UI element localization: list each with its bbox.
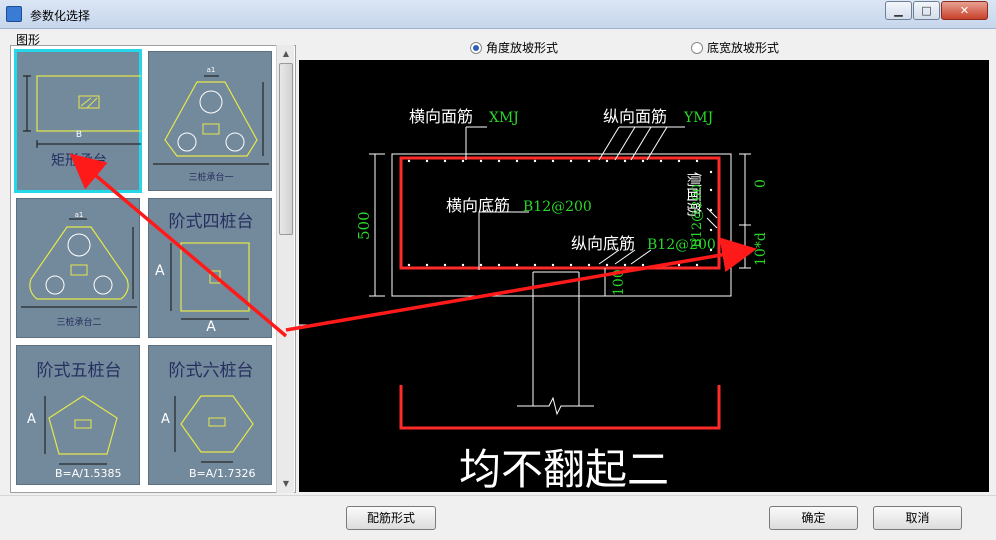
shape-thumb-stepped-four-pile[interactable]: 阶式四桩台 A A xyxy=(148,198,272,338)
close-button[interactable]: ✕ xyxy=(941,1,988,20)
scroll-up-icon[interactable]: ▲ xyxy=(278,46,294,62)
dim-height: 500 xyxy=(355,211,373,240)
dim-cover: 0 xyxy=(753,179,769,188)
scroll-thumb[interactable] xyxy=(279,63,293,235)
stepped-five-pile-formula: B=A/1.5385 xyxy=(55,467,122,480)
ok-button[interactable]: 确定 xyxy=(769,506,858,530)
shape-thumb-stepped-five-pile[interactable]: 阶式五桩台 A B=A/1.5385 xyxy=(16,345,140,485)
rebar-form-button[interactable]: 配筋形式 xyxy=(346,506,436,530)
radio-width-icon[interactable] xyxy=(691,42,703,54)
shape-thumb-three-pile-cap-1[interactable]: a1 三桩承台一 xyxy=(148,51,272,191)
top-v-label: 纵向面筋 xyxy=(603,107,667,126)
top-h-label: 横向面筋 xyxy=(409,107,473,126)
option-angle-slope[interactable]: 角度放坡形式 xyxy=(470,39,558,56)
stepped-four-pile-dim-b: A xyxy=(206,319,216,335)
stepped-six-pile-caption: 阶式六桩台 xyxy=(168,361,254,381)
drawing-caption: 均不翻起二 xyxy=(459,445,669,492)
app-icon xyxy=(6,6,22,22)
title-bar: 参数化选择 ▁ □ ✕ xyxy=(0,0,996,29)
option-width-slope[interactable]: 底宽放坡形式 xyxy=(691,39,779,56)
rebar-drawing: 横向面筋 XMJ 纵向面筋 YMJ 横向底筋 B12@200 纵向底筋 B12@… xyxy=(299,107,769,492)
radio-angle-icon[interactable] xyxy=(470,42,482,54)
rect-cap-caption: 矩形承台 xyxy=(51,153,107,169)
scroll-down-icon[interactable]: ▼ xyxy=(278,476,294,492)
stepped-five-pile-dim-a: A xyxy=(27,412,36,427)
minimize-button[interactable]: ▁ xyxy=(885,1,912,20)
maximize-button[interactable]: □ xyxy=(913,1,940,20)
stepped-four-pile-caption: 阶式四桩台 xyxy=(168,212,254,232)
stepped-six-pile-formula: B=A/1.7326 xyxy=(189,467,256,480)
bot-h-code: B12@200 xyxy=(523,199,592,215)
cancel-button[interactable]: 取消 xyxy=(873,506,962,530)
bot-v-code: B12@200 xyxy=(647,237,716,253)
side-code: B12@200 xyxy=(690,184,705,248)
three-pile-cap-2-caption: 三桩承台二 xyxy=(56,318,102,328)
stepped-five-pile-caption: 阶式五桩台 xyxy=(36,361,122,381)
shape-thumb-rect-cap[interactable]: B 矩形承台 xyxy=(14,49,142,193)
bot-h-label: 横向底筋 xyxy=(446,196,510,215)
bot-v-label: 纵向底筋 xyxy=(571,234,635,253)
rect-cap-diagram xyxy=(23,75,141,148)
option-width-label: 底宽放坡形式 xyxy=(707,41,780,55)
thumbnail-scrollbar[interactable]: ▲ ▼ xyxy=(276,45,294,493)
three-pile-cap-1-caption: 三桩承台一 xyxy=(188,173,234,183)
stepped-six-pile-dim-a: A xyxy=(161,412,170,427)
shape-thumb-stepped-six-pile[interactable]: 阶式六桩台 A B=A/1.7326 xyxy=(148,345,272,485)
top-h-code: XMJ xyxy=(489,110,519,126)
top-v-code: YMJ xyxy=(683,110,713,126)
three-pile-cap-2-dim: a1 xyxy=(74,211,84,219)
rect-cap-dim-b: B xyxy=(75,130,83,140)
three-pile-cap-1-dim: a1 xyxy=(206,66,216,74)
preview-canvas: 横向面筋 XMJ 纵向面筋 YMJ 横向底筋 B12@200 纵向底筋 B12@… xyxy=(299,60,989,492)
dim-anchor: 10*d xyxy=(753,232,769,266)
option-angle-label: 角度放坡形式 xyxy=(486,41,559,55)
shape-thumb-three-pile-cap-2[interactable]: a1 三桩承台二 xyxy=(16,198,140,338)
stepped-four-pile-dim-a: A xyxy=(155,263,165,279)
window-title: 参数化选择 xyxy=(30,9,91,23)
shape-thumbnail-list: B 矩形承台 a1 三桩承台一 a1 三桩承台二 阶式四桩台 A A 阶式五桩台… xyxy=(10,45,296,493)
dim-bottom-cover: 100 xyxy=(611,269,627,296)
